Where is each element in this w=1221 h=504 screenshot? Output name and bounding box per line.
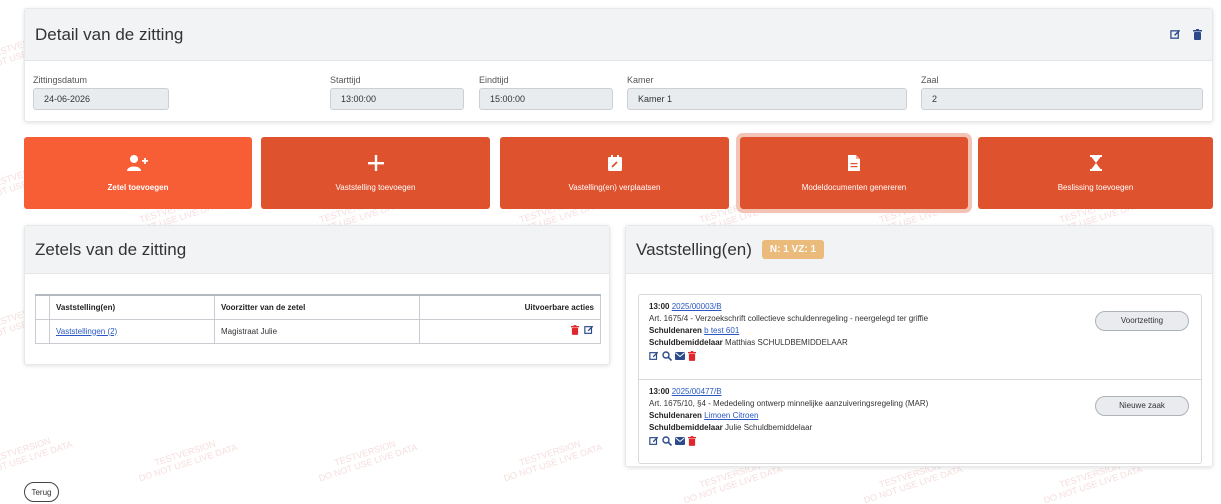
eindtijd-label: Eindtijd bbox=[479, 75, 509, 85]
zetels-card: Zetels van de zitting Vaststelling(en) V… bbox=[24, 225, 610, 365]
modeldocumenten-genereren-label: Modeldocumenten genereren bbox=[801, 182, 907, 192]
table-header-cell bbox=[35, 294, 50, 320]
edit-icon[interactable] bbox=[649, 351, 659, 361]
vaststelling-toevoegen-label: Vaststelling toevoegen bbox=[335, 182, 416, 192]
hourglass-icon bbox=[1089, 154, 1102, 171]
schuldenaar-link[interactable]: b test 601 bbox=[704, 326, 739, 335]
envelope-icon[interactable] bbox=[675, 437, 685, 445]
vaststellingen-verplaatsen-label: Vastelling(en) verplaatsen bbox=[568, 182, 661, 192]
vaststellingen-title: Vaststelling(en) bbox=[636, 239, 752, 259]
schuldenaar-link[interactable]: Limoen Citroen bbox=[704, 411, 758, 420]
list-item: 13:00 2025/00477/B Art. 1675/10, §4 - Me… bbox=[639, 379, 1201, 463]
schuldenaren-label: Schuldenaren bbox=[649, 411, 702, 420]
user-plus-icon bbox=[127, 154, 149, 171]
back-button[interactable]: Terug bbox=[24, 482, 59, 502]
beslissing-toevoegen-label: Beslissing toevoegen bbox=[1057, 182, 1134, 192]
vaststellingen-header: Vaststelling(en) N: 1 VZ: 1 bbox=[626, 226, 1212, 274]
watermark: TESTVERSIONDO NOT USE LIVE DATA bbox=[317, 438, 419, 484]
vaststellingen-card: Vaststelling(en) N: 1 VZ: 1 13:00 2025/0… bbox=[625, 225, 1213, 467]
eindtijd-value: 15:00:00 bbox=[479, 88, 613, 110]
time-label: 13:00 bbox=[649, 302, 670, 311]
schuldenaren-label: Schuldenaren bbox=[649, 326, 702, 335]
edit-icon[interactable] bbox=[1170, 29, 1181, 40]
schuldbemiddelaar-label: Schuldbemiddelaar bbox=[649, 338, 723, 347]
starttijd-value: 13:00:00 bbox=[330, 88, 464, 110]
beslissing-toevoegen-button[interactable]: Beslissing toevoegen bbox=[978, 137, 1213, 209]
case-link[interactable]: 2025/00477/B bbox=[672, 387, 722, 396]
trash-icon[interactable] bbox=[688, 436, 696, 446]
zetel-toevoegen-button[interactable]: Zetel toevoegen bbox=[24, 137, 252, 209]
kamer-field: Kamer Kamer 1 bbox=[627, 75, 907, 110]
trash-icon[interactable] bbox=[1193, 29, 1202, 40]
search-icon[interactable] bbox=[662, 436, 672, 446]
table-cell bbox=[419, 318, 601, 344]
session-detail-card: Detail van de zitting Zittingsdatum 24-0… bbox=[24, 8, 1213, 122]
schuldbemiddelaar-value: Matthias SCHULDBEMIDDELAAR bbox=[725, 338, 848, 347]
column-header-acties: Uitvoerbare acties bbox=[419, 294, 601, 320]
zaal-field: Zaal 2 bbox=[921, 75, 1203, 110]
kamer-value: Kamer 1 bbox=[627, 88, 907, 110]
calendar-edit-icon bbox=[607, 154, 622, 171]
table-cell: Vaststellingen (2) bbox=[49, 318, 215, 344]
zetels-table: Vaststelling(en) Voorzitter van de zetel… bbox=[35, 294, 601, 344]
table-cell bbox=[35, 318, 50, 344]
time-label: 13:00 bbox=[649, 387, 670, 396]
zittingsdatum-value: 24-06-2026 bbox=[33, 88, 169, 110]
schuldbemiddelaar-label: Schuldbemiddelaar bbox=[649, 423, 723, 432]
case-link[interactable]: 2025/00003/B bbox=[672, 302, 722, 311]
vaststelling-toevoegen-button[interactable]: Vaststelling toevoegen bbox=[261, 137, 490, 209]
search-icon[interactable] bbox=[662, 351, 672, 361]
watermark: TESTVERSIONDO NOT USE LIVE DATA bbox=[137, 438, 239, 484]
vaststellingen-verplaatsen-button[interactable]: Vastelling(en) verplaatsen bbox=[500, 137, 729, 209]
table-row: Vaststellingen (2) Magistraat Julie bbox=[35, 318, 601, 344]
status-button[interactable]: Nieuwe zaak bbox=[1095, 396, 1189, 416]
count-badge: N: 1 VZ: 1 bbox=[761, 240, 825, 259]
list-item: 13:00 2025/00003/B Art. 1675/4 - Verzoek… bbox=[639, 295, 1201, 379]
zetel-toevoegen-label: Zetel toevoegen bbox=[107, 182, 169, 192]
schuldbemiddelaar-value: Julie Schuldbemiddelaar bbox=[725, 423, 813, 432]
eindtijd-field: Eindtijd 15:00:00 bbox=[479, 75, 613, 110]
zittingsdatum-label: Zittingsdatum bbox=[33, 75, 88, 85]
edit-icon[interactable] bbox=[649, 436, 659, 446]
envelope-icon[interactable] bbox=[675, 352, 685, 360]
trash-icon[interactable] bbox=[688, 351, 696, 361]
edit-icon[interactable] bbox=[584, 325, 594, 335]
watermark: TESTVERSIONDO NOT USE LIVE DATA bbox=[502, 438, 604, 484]
zittingsdatum-field: Zittingsdatum 24-06-2026 bbox=[33, 75, 169, 110]
starttijd-field: Starttijd 13:00:00 bbox=[330, 75, 464, 110]
vaststellingen-list: 13:00 2025/00003/B Art. 1675/4 - Verzoek… bbox=[638, 294, 1202, 464]
voorzitter-cell: Magistraat Julie bbox=[214, 318, 420, 344]
zaal-value: 2 bbox=[921, 88, 1203, 110]
kamer-label: Kamer bbox=[627, 75, 654, 85]
starttijd-label: Starttijd bbox=[330, 75, 361, 85]
zaal-label: Zaal bbox=[921, 75, 939, 85]
column-header-vaststellingen: Vaststelling(en) bbox=[49, 294, 215, 320]
zetels-header: Zetels van de zitting bbox=[25, 226, 609, 274]
modeldocumenten-genereren-button[interactable]: Modeldocumenten genereren bbox=[736, 133, 972, 213]
column-header-voorzitter: Voorzitter van de zetel bbox=[214, 294, 420, 320]
plus-icon bbox=[367, 154, 384, 171]
table-header-row: Vaststelling(en) Voorzitter van de zetel… bbox=[35, 294, 601, 320]
zetels-title: Zetels van de zitting bbox=[35, 239, 187, 259]
page-title: Detail van de zitting bbox=[35, 24, 184, 44]
vaststellingen-link[interactable]: Vaststellingen (2) bbox=[56, 327, 117, 336]
trash-icon[interactable] bbox=[570, 325, 579, 335]
file-icon bbox=[848, 154, 860, 171]
session-detail-header: Detail van de zitting bbox=[25, 9, 1212, 61]
status-button[interactable]: Voortzetting bbox=[1095, 311, 1189, 331]
watermark: TESTVERSIONDO NOT USE LIVE DATA bbox=[0, 435, 74, 481]
